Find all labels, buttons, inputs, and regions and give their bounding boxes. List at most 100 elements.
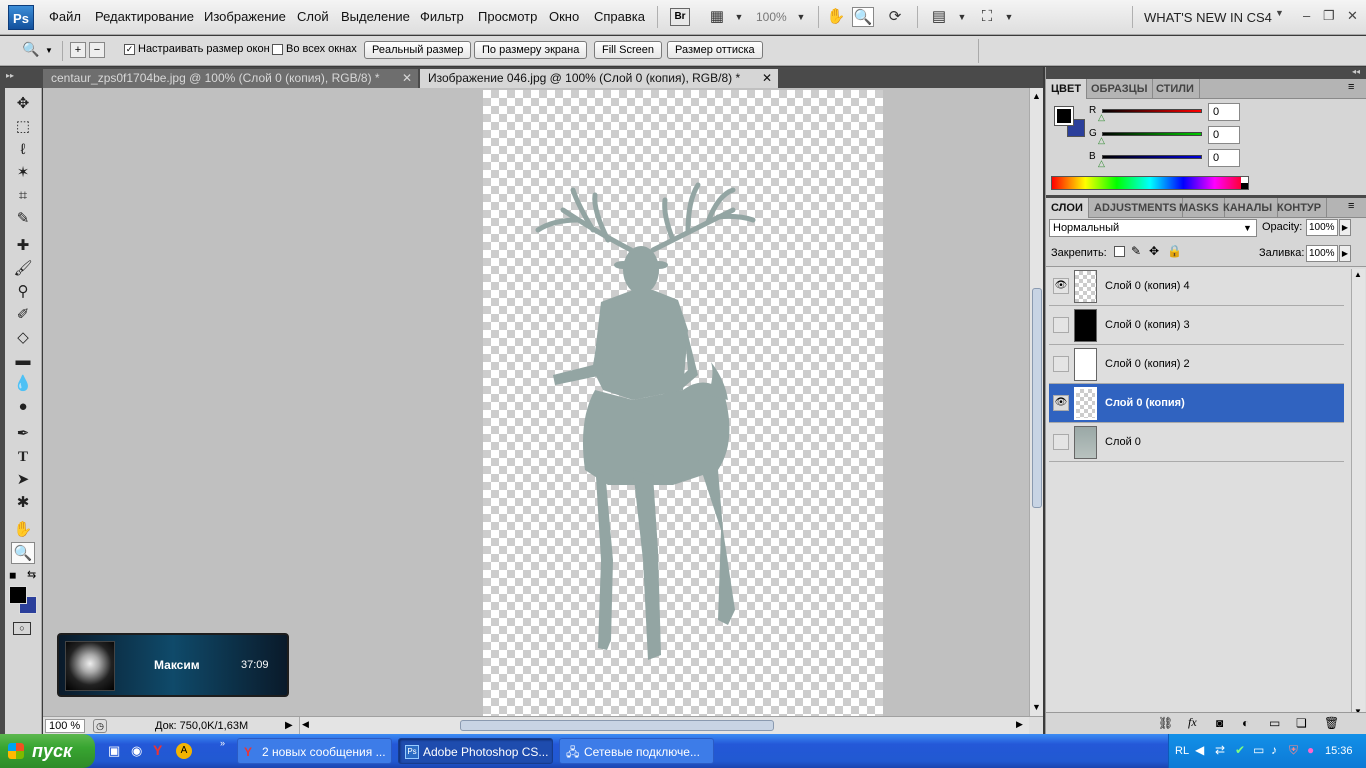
zoom-level-dropdown[interactable]: 100%	[756, 10, 787, 24]
language-indicator[interactable]: RL	[1175, 745, 1189, 757]
zoom-tool-preset-icon[interactable]: 🔍	[22, 41, 39, 58]
show-desktop-icon[interactable]: ▣	[108, 743, 120, 759]
foreground-color-swatch[interactable]	[9, 586, 27, 604]
slider-handle-icon[interactable]: △	[1098, 112, 1105, 123]
layer-row[interactable]: Слой 0 (копия) 3	[1049, 306, 1344, 345]
layer-row[interactable]: Слой 0 (копия) 2	[1049, 345, 1344, 384]
brush-tool-icon[interactable]: 🖌	[11, 258, 35, 280]
tab-color[interactable]: ЦВЕТ	[1046, 79, 1088, 99]
chevron-down-icon[interactable]: ▼	[998, 7, 1020, 27]
swap-colors-icon[interactable]: ⇆	[27, 568, 36, 581]
layer-row[interactable]: Слой 0	[1049, 423, 1344, 462]
start-button[interactable]: пуск	[0, 734, 95, 768]
scroll-right-icon[interactable]: ▶	[1016, 719, 1023, 730]
tab-swatches[interactable]: ОБРАЗЦЫ	[1086, 79, 1154, 99]
rotate-view-icon[interactable]: ⟳	[884, 7, 906, 27]
slider-handle-icon[interactable]: △	[1098, 135, 1105, 146]
blue-value[interactable]: 0	[1208, 149, 1240, 167]
chevron-down-icon[interactable]: ▼	[790, 7, 812, 27]
visibility-toggle[interactable]	[1053, 317, 1069, 333]
lock-all-icon[interactable]: 🔒	[1167, 244, 1182, 258]
blend-mode-select[interactable]: Нормальный ▼	[1049, 219, 1257, 237]
bridge-button[interactable]: Br	[670, 8, 690, 26]
foreground-color-swatch[interactable]	[1054, 106, 1074, 126]
red-slider[interactable]	[1102, 109, 1202, 113]
marquee-tool-icon[interactable]: ⬚	[11, 116, 35, 138]
tab-layers[interactable]: СЛОИ	[1046, 198, 1089, 218]
scroll-up-icon[interactable]: ▲	[1032, 91, 1041, 101]
workspace-switcher[interactable]: WHAT'S NEW IN CS4	[1144, 10, 1272, 25]
layer-row-selected[interactable]: 👁 Слой 0 (копия)	[1049, 384, 1344, 423]
restore-icon[interactable]: ❐	[1323, 8, 1335, 24]
shield-tray-icon[interactable]: ⛨	[1289, 743, 1298, 758]
zoom-tool-icon[interactable]: 🔍	[11, 542, 35, 564]
tab-image-046[interactable]: Изображение 046.jpg @ 100% (Слой 0 (копи…	[420, 69, 778, 88]
tab-centaur[interactable]: centaur_zps0f1704be.jpg @ 100% (Слой 0 (…	[43, 69, 418, 88]
horizontal-scroll-thumb[interactable]	[460, 720, 774, 731]
shape-tool-icon[interactable]: ✱	[11, 492, 35, 514]
vertical-scrollbar[interactable]: ▲ ▼	[1029, 88, 1043, 716]
check-tray-icon[interactable]: ✔	[1235, 743, 1245, 757]
resize-windows-checkbox[interactable]: ✓	[124, 44, 135, 55]
lock-transparency-icon[interactable]	[1114, 246, 1125, 257]
canvas-area[interactable]	[43, 88, 1029, 716]
history-brush-tool-icon[interactable]: ✐	[11, 304, 35, 326]
menu-select[interactable]: Выделение	[341, 9, 410, 24]
blue-slider[interactable]	[1102, 155, 1202, 159]
zoom-out-icon[interactable]: −	[89, 42, 105, 58]
lock-pixels-icon[interactable]: ✎	[1131, 244, 1141, 258]
visibility-eye-icon[interactable]: 👁	[1053, 395, 1069, 411]
tab-channels[interactable]: КАНАЛЫ	[1218, 198, 1279, 218]
close-icon[interactable]: ✕	[402, 69, 412, 88]
fill-screen-button[interactable]: Fill Screen	[594, 41, 662, 59]
collapse-toolbar-icon[interactable]: ▸▸	[6, 71, 14, 80]
panel-menu-icon[interactable]: ≡	[1348, 200, 1354, 212]
minimize-icon[interactable]: –	[1303, 8, 1310, 23]
menu-image[interactable]: Изображение	[204, 9, 286, 24]
tab-adjustments[interactable]: ADJUSTMENTS	[1089, 198, 1183, 218]
status-menu-arrow-icon[interactable]: ▶	[285, 720, 293, 731]
red-value[interactable]: 0	[1208, 103, 1240, 121]
quicklaunch-more-icon[interactable]: »	[220, 738, 225, 748]
zoom-in-icon[interactable]: +	[70, 42, 86, 58]
menu-view[interactable]: Просмотр	[478, 9, 537, 24]
visibility-toggle[interactable]	[1053, 356, 1069, 372]
layer-name[interactable]: Слой 0 (копия) 4	[1105, 280, 1190, 292]
new-layer-icon[interactable]: ❏	[1296, 716, 1307, 730]
chevron-down-icon[interactable]: ▼	[728, 7, 750, 27]
collapse-panels-icon[interactable]: ◂◂	[1352, 67, 1360, 76]
layers-scrollbar[interactable]: ▲ ▼	[1351, 269, 1365, 719]
menu-filter[interactable]: Фильтр	[420, 9, 464, 24]
eraser-tool-icon[interactable]: ◇	[11, 327, 35, 349]
visibility-toggle[interactable]	[1053, 434, 1069, 450]
app-tray-icon[interactable]: ●	[1307, 743, 1314, 757]
actual-pixels-button[interactable]: Реальный размер	[364, 41, 472, 59]
crop-tool-icon[interactable]: ⌗	[11, 185, 35, 207]
status-info-icon[interactable]: ◷	[93, 719, 107, 733]
avast-icon[interactable]: A	[176, 743, 192, 759]
chevron-down-icon[interactable]: ▼	[1243, 220, 1252, 236]
close-icon[interactable]: ✕	[1347, 8, 1358, 24]
fill-field[interactable]: 100%	[1306, 245, 1338, 262]
view-extras-icon[interactable]: ▦	[706, 7, 728, 27]
spectrum-black-swatch[interactable]	[1241, 183, 1248, 189]
gradient-tool-icon[interactable]: ▬	[11, 350, 35, 372]
layer-style-icon[interactable]: fx	[1188, 715, 1197, 730]
panel-menu-icon[interactable]: ≡	[1348, 81, 1354, 93]
tab-styles[interactable]: СТИЛИ	[1151, 79, 1200, 99]
opacity-arrow-icon[interactable]: ▶	[1339, 219, 1351, 236]
tab-paths[interactable]: КОНТУР	[1272, 198, 1328, 218]
quick-mask-icon[interactable]: ○	[13, 622, 31, 635]
speaker-tray-icon[interactable]: ♪	[1271, 743, 1277, 757]
document-canvas[interactable]	[483, 90, 883, 716]
blur-tool-icon[interactable]: 💧	[11, 373, 35, 395]
vertical-scroll-thumb[interactable]	[1032, 288, 1042, 508]
path-selection-tool-icon[interactable]: ➤	[11, 469, 35, 491]
trash-icon[interactable]: 🗑	[1324, 716, 1339, 730]
default-colors-icon[interactable]: ◼	[9, 570, 16, 581]
color-spectrum-bar[interactable]	[1051, 176, 1249, 190]
clone-stamp-tool-icon[interactable]: ⚲	[11, 281, 35, 303]
lock-position-icon[interactable]: ✥	[1149, 244, 1159, 258]
menu-window[interactable]: Окно	[549, 9, 579, 24]
slider-handle-icon[interactable]: △	[1098, 158, 1105, 169]
